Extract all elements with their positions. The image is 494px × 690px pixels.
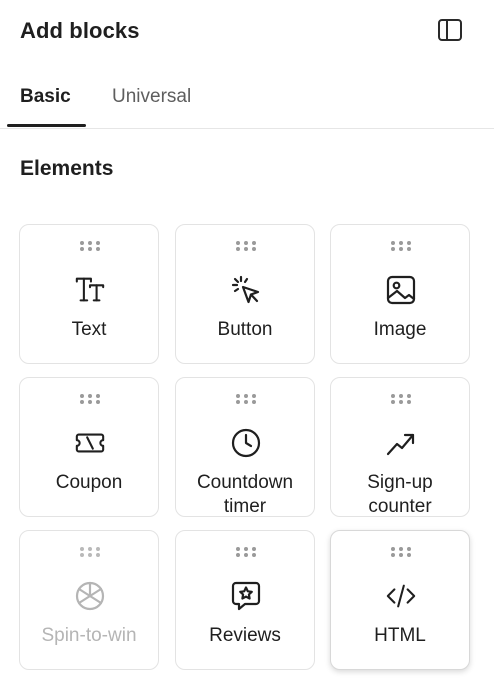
active-tab-indicator xyxy=(7,124,86,127)
drag-handle-icon[interactable] xyxy=(79,240,101,252)
section-title: Elements xyxy=(20,157,114,180)
trending-up-icon xyxy=(385,427,417,459)
panel-header: Add blocks xyxy=(0,0,494,64)
block-html[interactable]: HTML xyxy=(330,530,470,670)
drag-handle-icon[interactable] xyxy=(390,393,412,405)
sidebar-panel-icon xyxy=(437,18,463,47)
image-icon xyxy=(385,274,417,306)
drag-handle-icon[interactable] xyxy=(79,393,101,405)
block-countdown-timer[interactable]: Countdown timer xyxy=(175,377,315,517)
block-sign-up-counter[interactable]: Sign-up counter xyxy=(330,377,470,517)
toggle-panel-button[interactable] xyxy=(434,17,466,47)
block-label: Text xyxy=(71,319,107,340)
tab-universal[interactable]: Universal xyxy=(112,86,191,108)
block-label: Reviews xyxy=(209,625,281,646)
wheel-icon xyxy=(74,580,106,612)
drag-handle-icon[interactable] xyxy=(235,393,257,405)
drag-handle-icon[interactable] xyxy=(390,546,412,558)
block-spin-to-win: Spin-to-win xyxy=(19,530,159,670)
drag-handle-icon[interactable] xyxy=(235,240,257,252)
block-label: Countdown timer xyxy=(196,472,294,517)
tab-basic[interactable]: Basic xyxy=(20,86,71,108)
ticket-icon xyxy=(74,427,106,459)
block-label: Button xyxy=(217,319,273,340)
panel-title: Add blocks xyxy=(20,18,140,43)
drag-handle-icon[interactable] xyxy=(235,546,257,558)
block-coupon[interactable]: Coupon xyxy=(19,377,159,517)
block-button[interactable]: Button xyxy=(175,224,315,364)
code-icon xyxy=(385,580,417,612)
block-label: Image xyxy=(373,319,427,340)
drag-handle-icon xyxy=(80,547,100,557)
block-image[interactable]: Image xyxy=(330,224,470,364)
text-size-icon xyxy=(74,274,106,306)
clock-icon xyxy=(230,427,262,459)
block-label: Spin-to-win xyxy=(41,625,137,646)
tab-bar: Basic Universal xyxy=(0,70,494,129)
cursor-click-icon xyxy=(230,274,262,306)
star-message-icon xyxy=(230,580,262,612)
block-label: Coupon xyxy=(55,472,123,493)
block-reviews[interactable]: Reviews xyxy=(175,530,315,670)
block-label: Sign-up counter xyxy=(367,472,433,517)
block-text[interactable]: Text xyxy=(19,224,159,364)
drag-handle-icon[interactable] xyxy=(390,240,412,252)
block-label: HTML xyxy=(374,625,426,646)
